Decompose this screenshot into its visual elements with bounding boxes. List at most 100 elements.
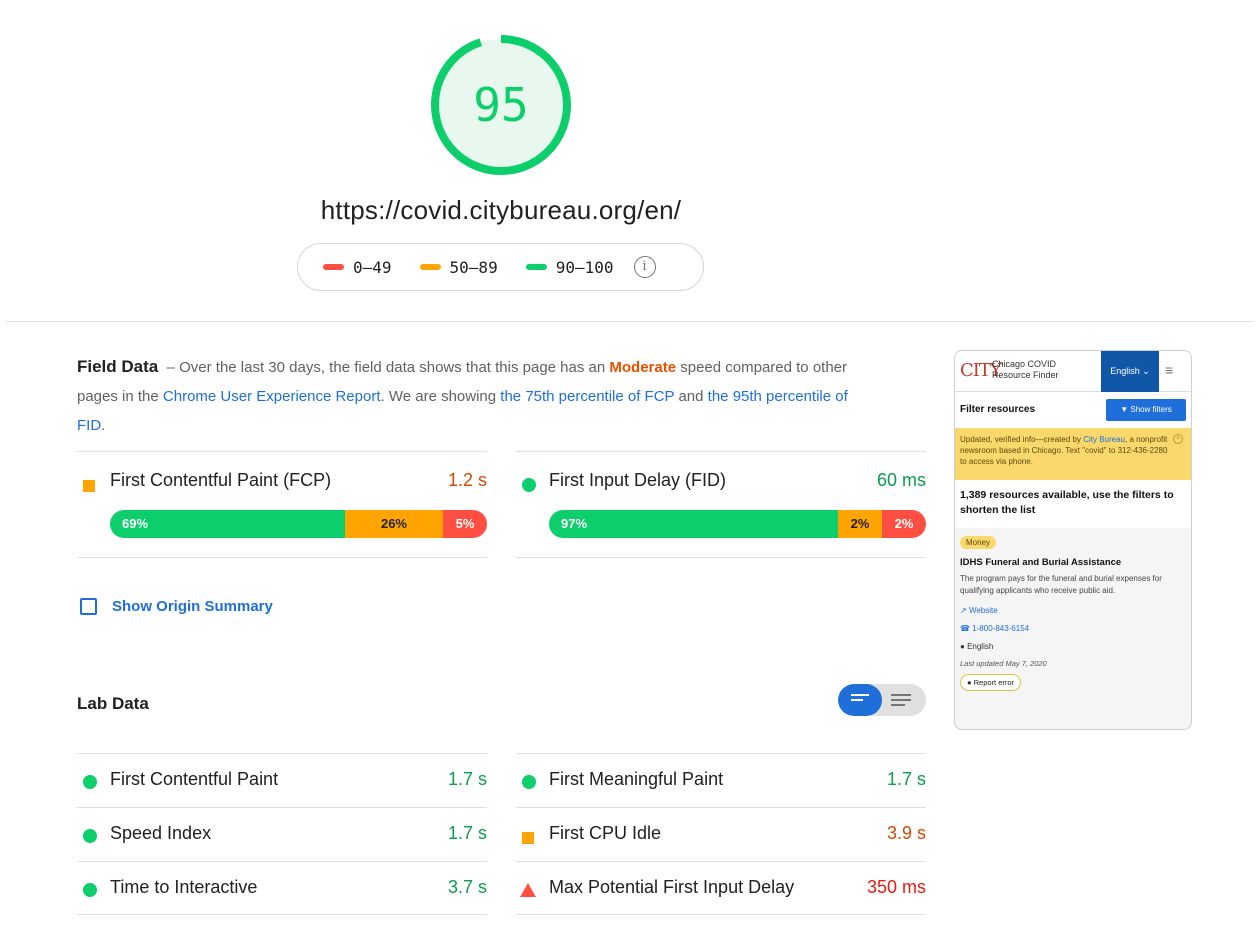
score-scale-legend: 0–49 50–89 90–100 i [297, 243, 704, 291]
thumb-filter-label: Filter resources [960, 404, 1036, 415]
thumb-card-title: IDHS Funeral and Burial Assistance [960, 557, 1122, 568]
lab-metric-name: First Contentful Paint [110, 769, 279, 789]
info-icon[interactable]: i [633, 256, 656, 278]
thumb-resource-card: Money IDHS Funeral and Burial Assistance… [955, 528, 1191, 691]
legend-average: 50–89 [419, 257, 498, 277]
expanded-view-button[interactable] [891, 694, 911, 709]
thumb-last-updated: Last updated May 7, 2020 [960, 659, 1047, 668]
chat-icon: ● [960, 642, 968, 651]
hamburger-menu-icon: ≡ [1165, 362, 1174, 378]
lab-metric-value: 1.7 s [447, 823, 487, 843]
thumb-notice-link: City Bureau [1083, 435, 1125, 444]
lab-metric-name: Speed Index [110, 823, 212, 843]
performance-score-gauge: 95 [429, 33, 573, 177]
view-toggle[interactable] [838, 684, 926, 716]
pass-circle-icon [83, 773, 97, 794]
tested-url: https://covid.citybureau.org/en/ [320, 195, 682, 225]
legend-pass-range: 90–100 [555, 257, 614, 277]
fcp-percentile-link[interactable]: the 75th percentile of FCP [500, 388, 674, 405]
orange-swatch-icon [419, 264, 441, 270]
green-swatch-icon [525, 264, 547, 270]
compact-view-button[interactable] [838, 684, 882, 716]
average-segment: 26% [344, 510, 443, 538]
lab-metric-value: 350 ms [866, 877, 926, 897]
field-data-title: Field Data [77, 357, 159, 376]
field-desc-text-3: . We are showing [380, 388, 497, 405]
lab-metric-tti: Time to Interactive 3.7 s [77, 861, 487, 915]
thumb-notice: Updated, verified info—created by City B… [955, 428, 1191, 480]
checkbox-icon[interactable] [80, 598, 97, 615]
thumb-notice-text-1: Updated, verified info—created by [960, 435, 1081, 444]
thumb-site-line-1: Chicago COVID [992, 359, 1057, 369]
thumb-language-line: ● English [960, 642, 1186, 651]
lab-divider [77, 914, 487, 915]
lab-metric-name: First CPU Idle [549, 823, 662, 843]
green-circle-icon [522, 476, 536, 497]
thumb-report-error-button: ● Report error [960, 674, 1022, 691]
field-metric-value: 1.2 s [447, 470, 487, 490]
thumb-phone-link: ☎ 1-800-843-6154 [960, 624, 1186, 633]
field-desc-text-1: Over the last 30 days, the field data sh… [179, 359, 606, 376]
legend-average-range: 50–89 [449, 257, 498, 277]
thumb-site-name: Chicago COVID Resource Finder [992, 359, 1067, 381]
thumb-phone-number: 1-800-843-6154 [972, 624, 1030, 633]
fail-triangle-icon [520, 881, 536, 902]
field-metric-value: 60 ms [876, 470, 926, 490]
thumb-filter-bar: Filter resources ▼ Show filters [955, 392, 1191, 428]
thumb-show-filters-label: Show filters [1130, 405, 1172, 414]
lab-metric-speed-index: Speed Index 1.7 s [77, 807, 487, 861]
pass-circle-icon [83, 827, 97, 848]
lab-metric-fcp: First Contentful Paint 1.7 s [77, 753, 487, 807]
slow-segment: 5% [443, 510, 487, 538]
fast-segment: 69% [110, 510, 345, 538]
thumb-language-label: English [967, 642, 994, 651]
phone-icon: ☎ [960, 624, 973, 633]
lab-metric-first-cpu-idle: First CPU Idle 3.9 s [516, 807, 926, 861]
lab-metric-value: 1.7 s [886, 769, 926, 789]
thumb-website-link: ↗ Website [960, 606, 1186, 615]
crux-link[interactable]: Chrome User Experience Report [163, 388, 381, 405]
fast-segment: 97% [549, 510, 838, 538]
field-metric-name: First Contentful Paint (FCP) [110, 470, 332, 490]
compact-lines-icon [851, 694, 869, 704]
field-data-description: Field Data – Over the last 30 days, the … [77, 352, 867, 440]
lab-metric-value: 3.7 s [447, 877, 487, 897]
close-icon: × [1173, 434, 1183, 444]
lab-divider [516, 914, 926, 915]
pass-circle-icon [83, 881, 97, 902]
show-origin-summary-toggle[interactable]: Show Origin Summary [80, 598, 273, 615]
performance-score: 95 [473, 78, 529, 132]
slow-segment: 2% [882, 510, 926, 538]
distribution-bar: 69% 26% 5% [110, 510, 487, 538]
field-desc-and: and [678, 388, 704, 405]
lab-metric-name: First Meaningful Paint [549, 769, 724, 789]
red-swatch-icon [323, 264, 344, 270]
thumb-resource-count: 1,389 resources available, use the filte… [955, 480, 1191, 528]
field-data-dash: – [166, 359, 175, 376]
speed-category: Moderate [609, 359, 677, 376]
lab-metric-fmp: First Meaningful Paint 1.7 s [516, 753, 926, 807]
field-desc-period: . [101, 417, 106, 434]
lab-metric-name: Max Potential First Input Delay [549, 877, 795, 897]
thumb-show-filters-button: ▼ Show filters [1106, 399, 1186, 421]
filter-icon: ▼ [1120, 405, 1131, 414]
lab-metric-max-fid: Max Potential First Input Delay 350 ms [516, 861, 926, 915]
field-metric-fid: First Input Delay (FID) 60 ms 97% 2% 2% [516, 451, 926, 558]
section-divider [6, 321, 1254, 322]
average-square-icon [522, 828, 534, 849]
legend-fail-range: 0–49 [353, 257, 392, 277]
thumb-website-label: Website [968, 606, 998, 615]
orange-square-icon [83, 476, 95, 497]
thumb-card-description: The program pays for the funeral and bur… [960, 574, 1162, 595]
thumb-header: CITY Chicago COVID Resource Finder Engli… [955, 351, 1191, 392]
thumb-category-tag: Money [960, 536, 997, 549]
external-link-icon: ↗ [960, 606, 969, 615]
page-screenshot-thumbnail: CITY Chicago COVID Resource Finder Engli… [954, 350, 1192, 730]
field-metric-name: First Input Delay (FID) [549, 470, 727, 490]
origin-summary-label: Show Origin Summary [112, 598, 273, 615]
lab-data-title: Lab Data [77, 694, 149, 713]
field-metric-fcp: First Contentful Paint (FCP) 1.2 s 69% 2… [77, 451, 487, 558]
legend-pass: 90–100 [525, 257, 614, 277]
thumb-language-select: English ⌄ [1101, 351, 1159, 392]
lab-metric-name: Time to Interactive [110, 877, 258, 897]
